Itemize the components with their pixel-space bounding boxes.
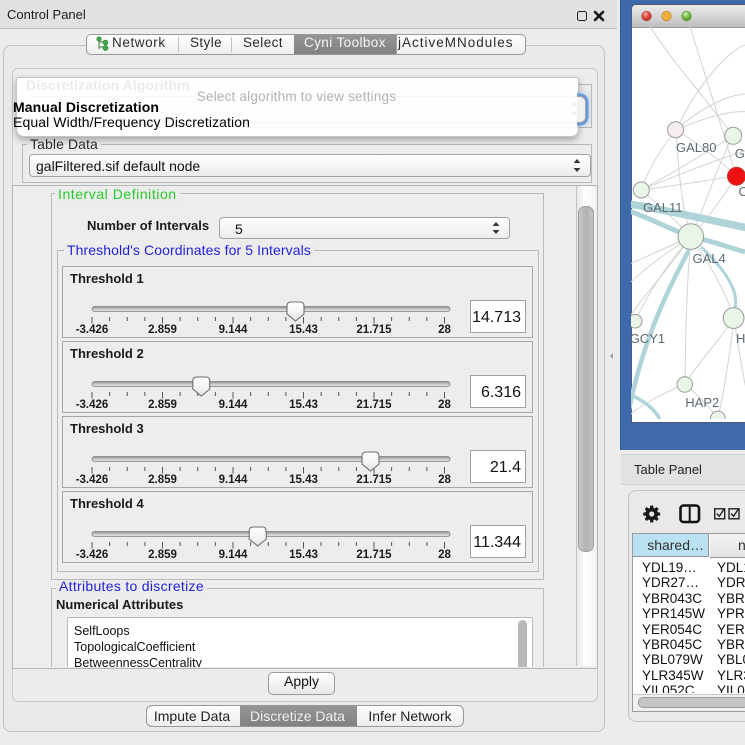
svg-text:9.144: 9.144: [219, 399, 248, 411]
svg-text:2.859: 2.859: [148, 474, 177, 486]
svg-text:2.859: 2.859: [148, 549, 177, 561]
svg-text:15.43: 15.43: [289, 399, 318, 411]
svg-text:2.859: 2.859: [148, 324, 177, 336]
svg-text:15.43: 15.43: [289, 324, 318, 336]
svg-text:-3.426: -3.426: [76, 549, 109, 561]
svg-text:21.715: 21.715: [356, 549, 392, 561]
svg-text:28: 28: [438, 324, 451, 336]
svg-text:-3.426: -3.426: [76, 324, 109, 336]
svg-text:-3.426: -3.426: [76, 399, 109, 411]
svg-text:2.859: 2.859: [148, 399, 177, 411]
svg-text:28: 28: [438, 474, 451, 486]
svg-text:9.144: 9.144: [219, 324, 248, 336]
svg-text:28: 28: [438, 399, 451, 411]
svg-text:21.715: 21.715: [356, 399, 392, 411]
svg-text:21.715: 21.715: [356, 324, 392, 336]
svg-text:-3.426: -3.426: [76, 474, 109, 486]
svg-text:9.144: 9.144: [219, 549, 248, 561]
svg-text:21.715: 21.715: [356, 474, 392, 486]
svg-text:15.43: 15.43: [289, 474, 318, 486]
svg-text:28: 28: [438, 549, 451, 561]
svg-text:15.43: 15.43: [289, 549, 318, 561]
svg-text:9.144: 9.144: [219, 474, 248, 486]
